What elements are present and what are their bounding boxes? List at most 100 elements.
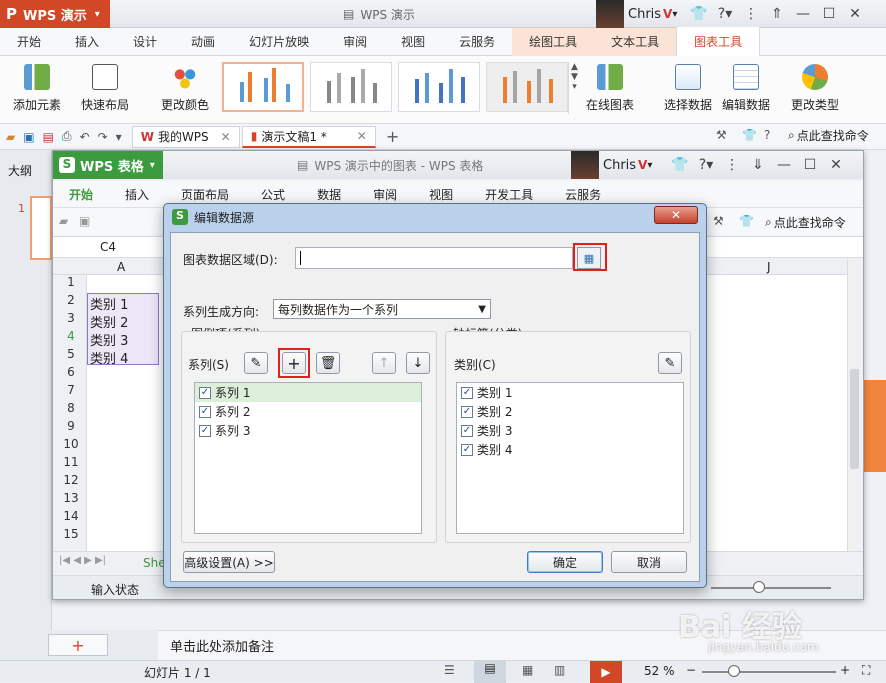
reading-view-icon[interactable]: ▥ bbox=[554, 663, 565, 677]
tab-review[interactable]: 审阅 bbox=[326, 28, 384, 56]
delete-series-button[interactable]: 🗑 bbox=[316, 352, 340, 374]
tab-my-wps[interactable]: W 我的WPS ✕ bbox=[131, 125, 240, 148]
tools-icon[interactable]: ⚒ bbox=[716, 128, 727, 142]
maximize-button[interactable]: ☐ bbox=[816, 3, 842, 25]
zoom-slider[interactable] bbox=[702, 671, 836, 673]
move-down-button[interactable]: ↓ bbox=[406, 352, 430, 374]
new-tab-icon[interactable]: + bbox=[386, 127, 399, 146]
cell[interactable]: 类别 3 bbox=[88, 330, 158, 349]
tab-developer[interactable]: 开发工具 bbox=[469, 186, 549, 203]
list-item[interactable]: ✓ 系列 1 bbox=[195, 383, 421, 402]
help-icon[interactable]: ?▾ bbox=[693, 154, 719, 176]
tab-review[interactable]: 审阅 bbox=[357, 186, 413, 203]
command-search[interactable]: ⌕ 点此查找命令 bbox=[788, 127, 869, 144]
tab-animation[interactable]: 动画 bbox=[174, 28, 232, 56]
folder-icon[interactable]: ▰ bbox=[59, 214, 68, 228]
tab-page-layout[interactable]: 页面布局 bbox=[165, 186, 245, 203]
shirt-icon[interactable]: 👕 bbox=[742, 128, 757, 142]
close-button[interactable]: ✕ bbox=[823, 154, 849, 176]
checkbox-checked-icon[interactable]: ✓ bbox=[199, 405, 211, 418]
cell[interactable]: 类别 1 bbox=[88, 294, 158, 313]
minimize-button[interactable]: — bbox=[771, 154, 797, 176]
list-item[interactable]: ✓ 系列 2 bbox=[195, 402, 421, 421]
checkbox-checked-icon[interactable]: ✓ bbox=[199, 386, 211, 399]
chevron-down-icon[interactable]: ▾ bbox=[116, 130, 122, 144]
column-a-header[interactable]: A bbox=[117, 260, 125, 274]
checkbox-checked-icon[interactable]: ✓ bbox=[461, 443, 473, 456]
list-item[interactable]: ✓ 类别 1 bbox=[457, 383, 683, 402]
change-type-button[interactable]: 更改类型 bbox=[784, 60, 846, 120]
shirt-icon[interactable]: 👕 bbox=[686, 3, 712, 25]
list-item[interactable]: ✓ 系列 3 bbox=[195, 421, 421, 440]
chart-style-2[interactable] bbox=[310, 62, 392, 112]
notes-toggle-icon[interactable]: ☰ bbox=[444, 663, 455, 677]
user-name[interactable]: Chris bbox=[628, 7, 661, 22]
column-j-header[interactable]: J bbox=[767, 260, 771, 274]
print-icon[interactable]: ⎙ bbox=[62, 129, 72, 144]
tab-formula[interactable]: 公式 bbox=[245, 186, 301, 203]
row-header[interactable]: 8 bbox=[53, 401, 89, 419]
tab-insert[interactable]: 插入 bbox=[109, 186, 165, 203]
tab-view[interactable]: 视图 bbox=[384, 28, 442, 56]
cell[interactable]: 类别 2 bbox=[88, 312, 158, 331]
chevron-down-icon[interactable]: ▾ bbox=[672, 9, 677, 20]
advanced-settings-button[interactable]: 高级设置(A) >> bbox=[183, 551, 275, 573]
sheet-zoom-slider[interactable] bbox=[711, 587, 831, 589]
close-icon[interactable]: ✕ bbox=[221, 130, 231, 144]
checkbox-checked-icon[interactable]: ✓ bbox=[461, 424, 473, 437]
save-icon[interactable]: ▣ bbox=[79, 214, 90, 228]
row-header[interactable]: 4 bbox=[53, 329, 89, 347]
undo-icon[interactable]: ↶ bbox=[80, 130, 90, 144]
list-item[interactable]: ✓ 类别 4 bbox=[457, 440, 683, 459]
series-list[interactable]: ✓ 系列 1 ✓ 系列 2 ✓ 系列 3 bbox=[194, 382, 422, 534]
select-data-button[interactable]: 选择数据 bbox=[660, 60, 716, 120]
add-slide-button[interactable]: + bbox=[48, 634, 108, 656]
checkbox-checked-icon[interactable]: ✓ bbox=[461, 405, 473, 418]
row-header[interactable]: 5 bbox=[53, 347, 89, 365]
dialog-close-button[interactable]: ✕ bbox=[654, 206, 698, 224]
checkbox-checked-icon[interactable]: ✓ bbox=[461, 386, 473, 399]
tab-document[interactable]: ▮ 演示文稿1 * ✕ bbox=[241, 125, 376, 148]
chart-style-3[interactable] bbox=[398, 62, 480, 112]
avatar[interactable] bbox=[596, 0, 624, 28]
cell[interactable]: 类别 4 bbox=[88, 348, 158, 367]
row-header[interactable]: 1 bbox=[53, 275, 89, 293]
zoom-in-icon[interactable]: + bbox=[840, 663, 850, 677]
tab-text-tools[interactable]: 文本工具 bbox=[594, 27, 677, 56]
series-direction-select[interactable]: 每列数据作为一个系列 ▼ bbox=[273, 299, 491, 319]
category-list[interactable]: ✓ 类别 1 ✓ 类别 2 ✓ 类别 3 ✓ 类别 4 bbox=[456, 382, 684, 534]
scroll-thumb[interactable] bbox=[850, 369, 859, 469]
tab-data[interactable]: 数据 bbox=[301, 186, 357, 203]
sheet-user-name[interactable]: Chris bbox=[603, 158, 636, 173]
cancel-button[interactable]: 取消 bbox=[611, 551, 687, 573]
chevron-down-icon[interactable]: ▾ bbox=[647, 160, 652, 171]
quick-layout-button[interactable]: 快速布局 bbox=[74, 60, 136, 120]
minimize-ribbon-icon[interactable]: ⋮ bbox=[738, 3, 764, 25]
tab-chart-tools[interactable]: 图表工具 bbox=[676, 27, 761, 56]
close-icon[interactable]: ✕ bbox=[357, 129, 367, 143]
shirt-icon[interactable]: 👕 bbox=[667, 154, 693, 176]
row-header[interactable]: 6 bbox=[53, 365, 89, 383]
row-header[interactable]: 13 bbox=[53, 491, 89, 509]
folder-icon[interactable]: ▰ bbox=[6, 130, 15, 144]
slide-thumbnail[interactable] bbox=[30, 196, 52, 260]
row-header[interactable]: 7 bbox=[53, 383, 89, 401]
name-box[interactable]: C4 bbox=[53, 240, 163, 254]
sorter-view-icon[interactable]: ▦ bbox=[522, 663, 533, 677]
restore-icon[interactable]: ⇓ bbox=[745, 154, 771, 176]
fit-window-icon[interactable]: ⛶ bbox=[862, 663, 870, 678]
chart-style-1[interactable] bbox=[222, 62, 304, 112]
list-item[interactable]: ✓ 类别 3 bbox=[457, 421, 683, 440]
tab-slideshow[interactable]: 幻灯片放映 bbox=[232, 28, 326, 56]
zoom-thumb[interactable] bbox=[728, 665, 740, 677]
row-header[interactable]: 2 bbox=[53, 293, 89, 311]
row-header[interactable]: 9 bbox=[53, 419, 89, 437]
minimize-button[interactable]: — bbox=[790, 3, 816, 25]
online-chart-button[interactable]: 在线图表 bbox=[582, 60, 638, 120]
tab-cloud[interactable]: 云服务 bbox=[442, 28, 512, 56]
tab-drawing-tools[interactable]: 绘图工具 bbox=[512, 27, 595, 56]
selected-range[interactable]: 类别 1 类别 2 类别 3 类别 4 bbox=[87, 293, 159, 367]
help-icon[interactable]: ?▾ bbox=[712, 3, 738, 25]
avatar[interactable] bbox=[571, 151, 599, 179]
tab-home[interactable]: 开始 bbox=[53, 186, 109, 203]
